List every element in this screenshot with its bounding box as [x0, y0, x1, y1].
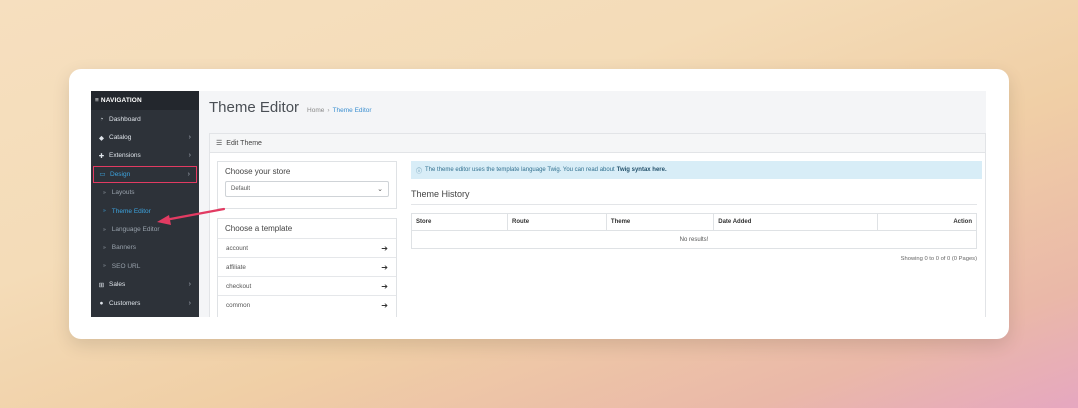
screenshot-card: ≡ NAVIGATION ◔ Dashboard ◆ Catalog › ✚ E…	[69, 69, 1009, 339]
annotation-arrow	[157, 207, 226, 225]
admin-window: ≡ NAVIGATION ◔ Dashboard ◆ Catalog › ✚ E…	[91, 91, 986, 317]
